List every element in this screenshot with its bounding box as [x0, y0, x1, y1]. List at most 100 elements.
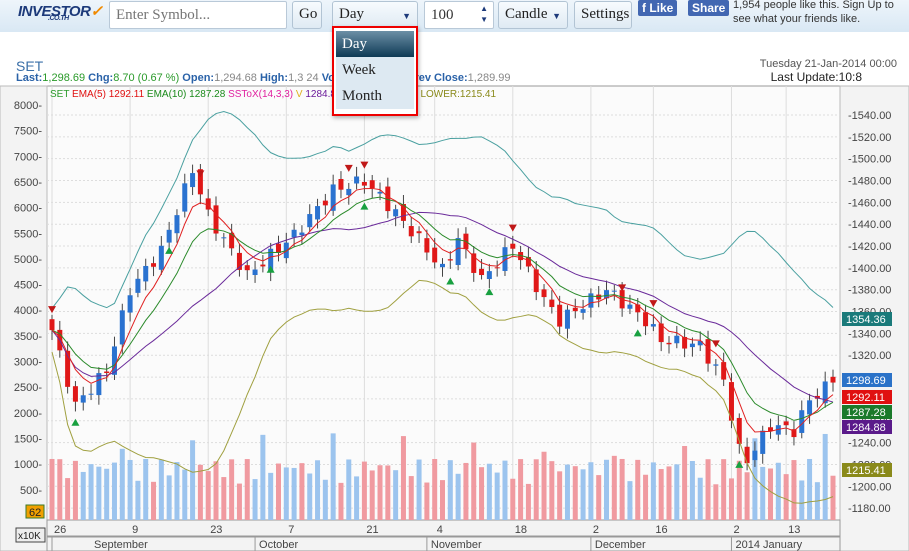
- candle: [260, 264, 266, 267]
- candle: [479, 268, 485, 276]
- volume-bar: [643, 474, 649, 520]
- date-tick: 26: [54, 524, 66, 536]
- legend-item: EMA(10): [146, 89, 190, 100]
- period-option-month[interactable]: Month: [336, 83, 414, 109]
- candle: [752, 450, 758, 461]
- volume-bar: [197, 464, 203, 520]
- volume-bar: [65, 478, 71, 520]
- candle: [377, 191, 383, 194]
- candle: [361, 181, 367, 186]
- candle: [49, 319, 55, 331]
- volume-bar: [744, 472, 750, 520]
- volume-tick: 7000-: [14, 151, 42, 163]
- price-tick: -1500.00: [848, 154, 891, 166]
- candle: [408, 226, 414, 237]
- last-value-text: 1298.69: [846, 375, 886, 387]
- volume-bar: [502, 460, 508, 520]
- price-tick: -1200.00: [848, 481, 891, 493]
- last-value-text: 1215.41: [846, 465, 886, 477]
- date-tick: 16: [655, 524, 667, 536]
- volume-bar: [471, 442, 477, 520]
- volume-bar: [830, 475, 836, 520]
- volume-bar: [260, 434, 266, 520]
- period-option-week[interactable]: Week: [336, 57, 414, 83]
- legend-item: LOWER:1215.41: [420, 89, 497, 100]
- date-tick: 23: [210, 524, 222, 536]
- candle: [346, 188, 352, 196]
- volume-bar: [432, 458, 438, 520]
- volume-bar: [182, 469, 188, 520]
- candle: [354, 176, 360, 184]
- volume-bar: [252, 479, 258, 520]
- price-tick: -1440.00: [848, 219, 891, 231]
- volume-bar: [338, 482, 344, 520]
- volume-bar: [619, 458, 625, 520]
- volume-bar: [822, 433, 828, 520]
- volume-bar: [283, 467, 289, 520]
- price-tick: -1540.00: [848, 110, 891, 122]
- date-tick: 7: [288, 524, 294, 536]
- candle: [182, 183, 188, 212]
- candle: [307, 214, 313, 228]
- volume-bar: [557, 471, 563, 520]
- volume-bar: [158, 459, 164, 520]
- volume-bar: [166, 475, 172, 520]
- volume-bar: [705, 459, 711, 520]
- candle: [291, 229, 297, 238]
- volume-bar: [385, 465, 391, 520]
- volume-bar: [658, 469, 664, 520]
- volume-bar: [275, 463, 281, 520]
- volume-bar: [549, 461, 555, 520]
- volume-bar: [447, 460, 453, 520]
- volume-bar: [268, 472, 274, 520]
- volume-tick: 7500-: [14, 126, 42, 138]
- volume-bar: [572, 466, 578, 520]
- volume-bar: [205, 471, 211, 520]
- candle: [252, 269, 258, 276]
- candlestick-chart[interactable]: -1540.00 -1520.00 -1500.00 -1480.00 -1460.00…: [0, 0, 909, 551]
- candle: [807, 400, 813, 415]
- volume-bar: [322, 479, 328, 520]
- volume-bar: [525, 483, 531, 520]
- volume-bar: [135, 480, 141, 520]
- volume-tick: 2500-: [14, 382, 42, 394]
- volume-bar: [49, 458, 55, 520]
- volume-bar: [713, 484, 719, 520]
- volume-tick: 4500-: [14, 280, 42, 292]
- volume-bar: [479, 467, 485, 520]
- volume-bar: [291, 467, 297, 520]
- candle: [143, 265, 149, 282]
- volume-bar: [518, 459, 524, 520]
- volume-bar: [377, 465, 383, 520]
- price-tick: -1460.00: [848, 197, 891, 209]
- volume-bar: [486, 463, 492, 520]
- volume-bar: [57, 459, 63, 520]
- legend-item: 1292.11: [108, 89, 147, 100]
- volume-bar: [229, 459, 235, 520]
- price-tick: -1480.00: [848, 176, 891, 188]
- volume-bar: [244, 459, 250, 520]
- candle: [580, 309, 586, 313]
- candle: [674, 335, 680, 344]
- volume-bar: [408, 476, 414, 520]
- candle: [455, 238, 461, 266]
- volume-tick: 1500-: [14, 433, 42, 445]
- volume-bar: [674, 464, 680, 520]
- candle: [424, 238, 430, 253]
- volume-bar: [104, 468, 110, 520]
- volume-bar: [213, 461, 219, 520]
- volume-tick: 8000-: [14, 100, 42, 112]
- candle: [611, 290, 617, 292]
- month-label: 2014 January: [735, 539, 802, 551]
- period-option-day[interactable]: Day: [336, 31, 414, 57]
- month-label: September: [94, 539, 148, 551]
- legend-item: EMA(5): [72, 89, 109, 100]
- candle: [190, 173, 196, 188]
- candle: [588, 293, 594, 308]
- volume-bar: [174, 462, 180, 520]
- volume-bar: [604, 459, 610, 520]
- candle: [830, 376, 836, 383]
- volume-bar: [666, 466, 672, 520]
- last-value-text: 1292.11: [846, 392, 885, 404]
- candle: [643, 312, 649, 327]
